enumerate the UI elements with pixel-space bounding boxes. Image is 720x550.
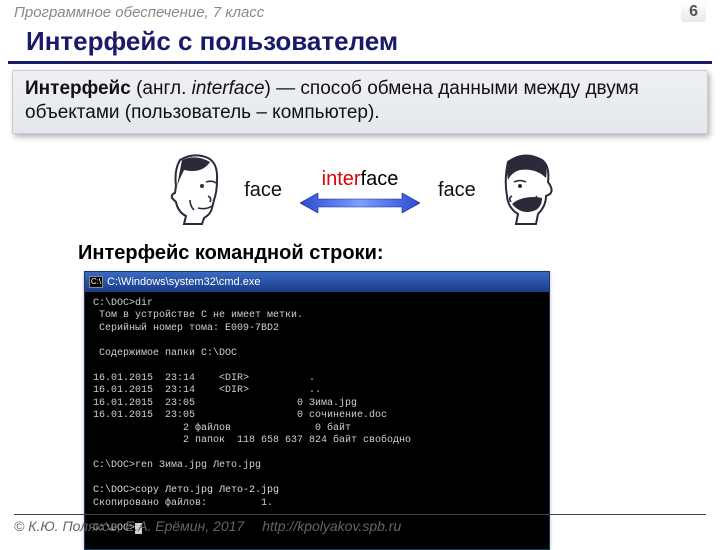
cmd-line: Скопировано файлов: 1. [93, 498, 273, 509]
left-face-label: face [244, 179, 282, 202]
copyright-text: © К.Ю. Поляков, Е.А. Ерёмин, 2017 [14, 518, 244, 534]
page-number: 6 [681, 2, 706, 22]
definition-paren-prefix: (англ. [131, 78, 192, 99]
cmd-line: 2 файлов 0 байт [93, 423, 351, 434]
cmd-line: C:\DOC>copy Лето.jpg Лето-2.jpg [93, 485, 279, 496]
cmd-line: 16.01.2015 23:14 <DIR> .. [93, 385, 321, 396]
slide-header: Программное обеспечение, 7 класс 6 [0, 0, 720, 24]
cmd-titlebar: C:\ C:\Windows\system32\cmd.exe [85, 272, 549, 292]
cmd-window: C:\ C:\Windows\system32\cmd.exe C:\DOC>d… [84, 271, 550, 550]
cmd-title-text: C:\Windows\system32\cmd.exe [107, 276, 260, 288]
cmd-line: Серийный номер тома: E009-7BD2 [93, 323, 279, 334]
interface-diagram: face interface face [0, 148, 720, 234]
definition-box: Интерфейс (англ. interface) — способ обм… [12, 70, 708, 134]
definition-english: interface [192, 78, 265, 99]
cmd-line: Содержимое папки C:\DOC [93, 348, 237, 359]
left-face-icon [162, 152, 226, 230]
topic-label: Программное обеспечение, 7 класс [14, 4, 264, 21]
cmd-line: 16.01.2015 23:14 <DIR> . [93, 373, 315, 384]
cmd-line: 16.01.2015 23:05 0 Зима.jpg [93, 398, 357, 409]
cmd-icon: C:\ [89, 276, 103, 288]
cmd-line: 2 папок 118 658 637 824 байт свободно [93, 435, 411, 446]
right-face-label: face [438, 179, 476, 202]
right-face-icon [494, 152, 558, 230]
double-arrow-icon [300, 193, 420, 213]
cmd-line: C:\DOC>ren Зима.jpg Лето.jpg [93, 460, 261, 471]
footer-url: http://kpolyakov.spb.ru [262, 518, 401, 534]
cli-subtitle: Интерфейс командной строки: [78, 242, 720, 265]
cmd-line: 16.01.2015 23:05 0 сочинение.doc [93, 410, 387, 421]
page-title: Интерфейс с пользователем [8, 24, 712, 64]
arrow-block: interface [300, 168, 420, 213]
interface-label: interface [322, 168, 399, 191]
slide-footer: © К.Ю. Поляков, Е.А. Ерёмин, 2017 http:/… [14, 514, 706, 534]
cmd-line: C:\DOC>dir [93, 298, 153, 309]
cmd-line: Том в устройстве C не имеет метки. [93, 310, 303, 321]
cmd-body: C:\DOC>dir Том в устройстве C не имеет м… [85, 292, 549, 550]
definition-term: Интерфейс [25, 78, 131, 99]
